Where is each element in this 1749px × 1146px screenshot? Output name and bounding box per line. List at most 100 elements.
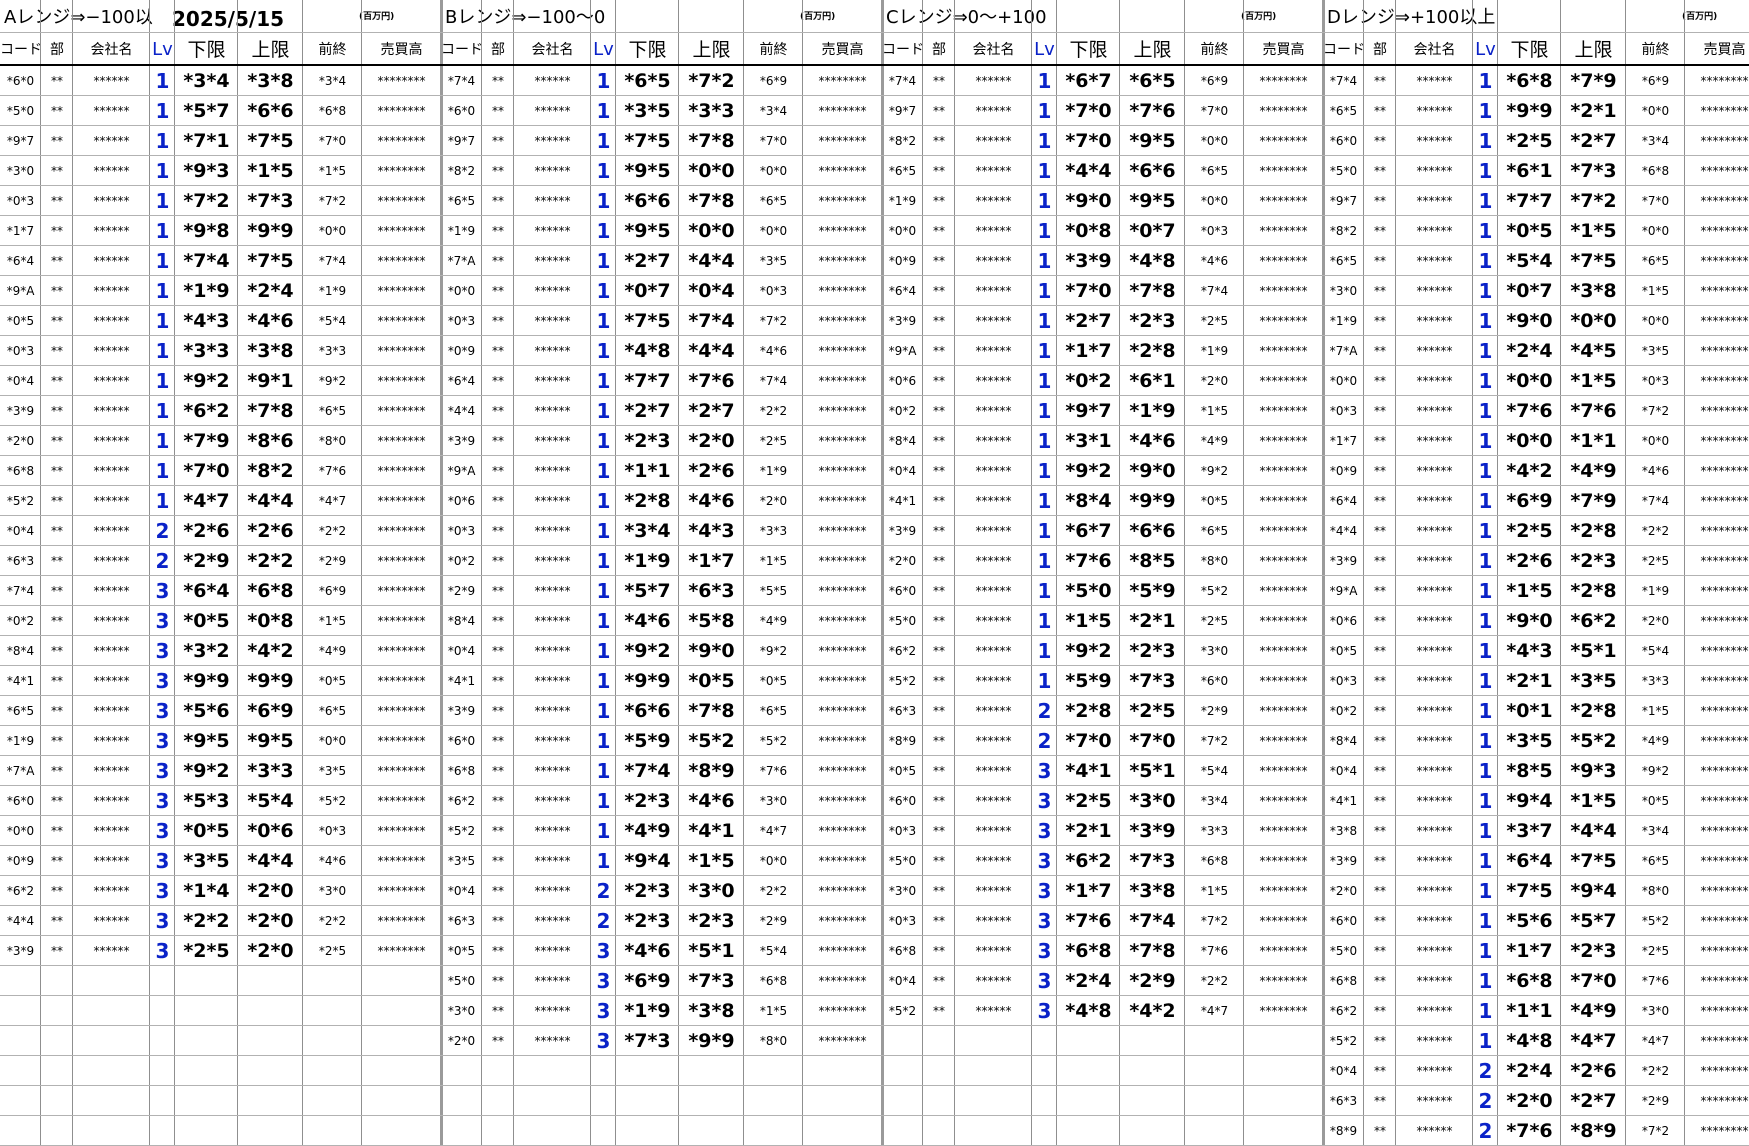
cell-code[interactable]: *6*8 (882, 936, 923, 966)
cell-lv[interactable]: 3 (150, 606, 175, 636)
cell-lower[interactable]: *1*9 (616, 546, 679, 576)
cell-prev-close[interactable]: *1*9 (744, 456, 803, 486)
cell-code[interactable]: *8*4 (0, 636, 41, 666)
cell-dept[interactable]: ** (41, 516, 73, 546)
cell-prev-close[interactable]: *5*4 (744, 936, 803, 966)
cell-volume[interactable]: ******** (1244, 96, 1323, 126)
cell-upper[interactable]: *2*3 (1561, 546, 1626, 576)
table-row[interactable]: *0*0 ** ****** 1 *0*7 *0*4 *0*3 ******** (441, 276, 882, 306)
cell-lv[interactable]: 1 (591, 846, 616, 876)
table-row[interactable]: *5*2 ** ****** 1 *4*8 *4*7 *4*7 ******** (1323, 1026, 1749, 1056)
table-row[interactable]: *0*3 ** ****** 1 *7*5 *7*4 *7*2 ******** (441, 306, 882, 336)
cell-company[interactable]: ****** (73, 906, 150, 936)
cell-volume[interactable]: ******** (803, 426, 882, 456)
cell-lower[interactable]: *9*3 (175, 156, 238, 186)
cell-company[interactable]: ****** (955, 186, 1032, 216)
cell-lower[interactable]: *6*4 (175, 576, 238, 606)
cell-lower[interactable]: *2*8 (1057, 696, 1120, 726)
cell-prev-close[interactable]: *1*5 (744, 546, 803, 576)
cell-prev-close[interactable]: *4*6 (1626, 456, 1685, 486)
cell-dept[interactable]: ** (41, 906, 73, 936)
cell-dept[interactable]: ** (923, 546, 955, 576)
cell-dept[interactable]: ** (482, 516, 514, 546)
cell-prev-close[interactable]: *3*3 (1185, 816, 1244, 846)
cell-code[interactable]: *6*0 (0, 66, 41, 96)
cell-volume[interactable]: ******** (1685, 486, 1749, 516)
cell-upper[interactable]: *4*6 (679, 486, 744, 516)
cell-company[interactable]: ****** (955, 726, 1032, 756)
cell-dept[interactable]: ** (41, 816, 73, 846)
cell-code[interactable]: *7*A (441, 246, 482, 276)
cell-lower[interactable]: *2*0 (1498, 1086, 1561, 1116)
cell-code[interactable]: *0*0 (882, 216, 923, 246)
cell-upper[interactable]: *8*9 (679, 756, 744, 786)
cell-volume[interactable]: ******** (803, 486, 882, 516)
cell-prev-close[interactable]: *4*9 (1185, 426, 1244, 456)
cell-upper[interactable]: *9*5 (238, 726, 303, 756)
cell-volume[interactable]: ******** (803, 846, 882, 876)
cell-company[interactable]: ****** (514, 636, 591, 666)
cell-company[interactable]: ****** (955, 276, 1032, 306)
cell-dept[interactable]: ** (1364, 426, 1396, 456)
cell-dept[interactable]: ** (1364, 696, 1396, 726)
table-row[interactable]: *6*8 ** ****** 1 *7*4 *8*9 *7*6 ******** (441, 756, 882, 786)
cell-upper[interactable]: *3*5 (1561, 666, 1626, 696)
cell-volume[interactable]: ******** (1244, 786, 1323, 816)
cell-dept[interactable]: ** (1364, 1056, 1396, 1086)
cell-code[interactable]: *0*0 (441, 276, 482, 306)
spreadsheet[interactable]: Aレンジ⇒−100以 2025/5/15 (百万円) コード部会社名 Lv 下限 上限 前終売… (0, 0, 1749, 1146)
cell-upper[interactable]: *4*5 (1561, 336, 1626, 366)
cell-company[interactable]: ****** (1396, 606, 1473, 636)
cell-dept[interactable]: ** (1364, 906, 1396, 936)
cell-code[interactable]: *9*A (441, 456, 482, 486)
cell-dept[interactable]: ** (923, 306, 955, 336)
cell-dept[interactable]: ** (482, 156, 514, 186)
cell-lower[interactable]: *5*6 (175, 696, 238, 726)
cell-company[interactable]: ****** (1396, 546, 1473, 576)
cell-dept[interactable]: ** (1364, 1086, 1396, 1116)
cell-volume[interactable]: ******** (1685, 756, 1749, 786)
cell-code[interactable]: *6*8 (0, 456, 41, 486)
cell-company[interactable]: ****** (73, 516, 150, 546)
table-row[interactable]: *9*A ** ****** 1 *1*1 *2*6 *1*9 ******** (441, 456, 882, 486)
cell-volume[interactable]: ******** (1244, 966, 1323, 996)
cell-dept[interactable]: ** (1364, 336, 1396, 366)
cell-company[interactable]: ****** (514, 216, 591, 246)
cell-volume[interactable]: ******** (362, 96, 441, 126)
cell-upper[interactable]: *0*0 (679, 156, 744, 186)
cell-lower[interactable]: *7*5 (616, 126, 679, 156)
cell-lower[interactable]: *6*8 (1498, 66, 1561, 96)
cell-dept[interactable]: ** (482, 456, 514, 486)
cell-volume[interactable]: ******** (1685, 606, 1749, 636)
cell-lv[interactable]: 1 (591, 396, 616, 426)
cell-code[interactable]: *3*9 (1323, 846, 1364, 876)
cell-upper[interactable]: *5*7 (1561, 906, 1626, 936)
cell-lower[interactable]: *6*9 (1498, 486, 1561, 516)
cell-prev-close[interactable]: *3*5 (744, 246, 803, 276)
cell-lv[interactable]: 1 (1473, 396, 1498, 426)
cell-upper[interactable]: *3*9 (1120, 816, 1185, 846)
cell-company[interactable]: ****** (73, 816, 150, 846)
cell-lower[interactable]: *3*9 (1057, 246, 1120, 276)
cell-company[interactable]: ****** (1396, 336, 1473, 366)
cell-lv[interactable]: 1 (591, 606, 616, 636)
cell-lv[interactable]: 3 (1032, 906, 1057, 936)
cell-lv[interactable]: 1 (1032, 396, 1057, 426)
cell-upper[interactable]: *4*4 (679, 336, 744, 366)
cell-upper[interactable]: *7*5 (1561, 246, 1626, 276)
cell-lower[interactable]: *2*5 (1498, 516, 1561, 546)
cell-dept[interactable]: ** (923, 696, 955, 726)
cell-volume[interactable]: ******** (362, 456, 441, 486)
cell-lv[interactable]: 3 (150, 906, 175, 936)
cell-company[interactable]: ****** (73, 726, 150, 756)
cell-volume[interactable]: ******** (1244, 66, 1323, 96)
cell-upper[interactable]: *3*8 (1561, 276, 1626, 306)
cell-lv[interactable]: 1 (591, 576, 616, 606)
cell-upper[interactable]: *2*9 (1120, 966, 1185, 996)
col-header-prev-close[interactable]: 前終 (744, 36, 803, 64)
cell-lower[interactable]: *7*4 (616, 756, 679, 786)
cell-volume[interactable]: ******** (1685, 726, 1749, 756)
table-row[interactable]: *6*8 ** ****** 1 *7*0 *8*2 *7*6 ******** (0, 456, 441, 486)
cell-dept[interactable]: ** (482, 996, 514, 1026)
cell-code[interactable]: *5*2 (441, 816, 482, 846)
